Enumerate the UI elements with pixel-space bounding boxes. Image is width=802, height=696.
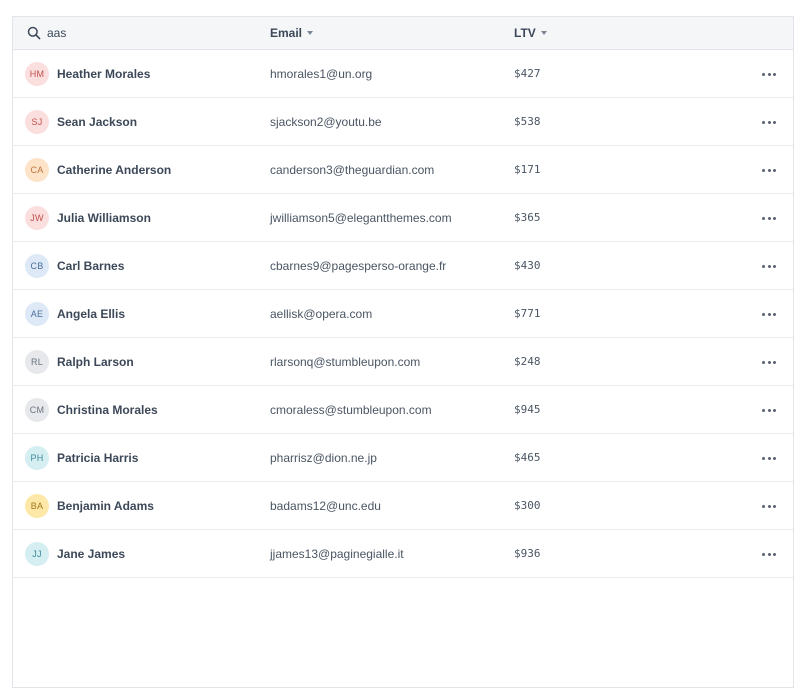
contact-email: cbarnes9@pagesperso-orange.fr [270,259,447,273]
contact-name: Patricia Harris [57,451,139,465]
more-horizontal-icon[interactable] [762,308,776,320]
contact-email: canderson3@theguardian.com [270,163,435,177]
table-row[interactable]: CB Carl Barnes cbarnes9@pagesperso-orang… [13,242,793,290]
more-horizontal-icon[interactable] [762,116,776,128]
contact-ltv: $171 [514,163,541,176]
contact-name: Angela Ellis [57,307,126,321]
contact-email: pharrisz@dion.ne.jp [270,451,377,465]
contact-name: Christina Morales [57,403,158,417]
contact-name: Jane James [57,547,126,561]
avatar: BA [25,494,49,518]
table-row[interactable]: BA Benjamin Adams badams12@unc.edu $300 [13,482,793,530]
table-row[interactable]: PH Patricia Harris pharrisz@dion.ne.jp $… [13,434,793,482]
contact-ltv: $538 [514,115,541,128]
column-header-ltv-label: LTV [514,26,536,40]
caret-down-icon [540,31,547,35]
more-horizontal-icon[interactable] [762,500,776,512]
column-header-email-label: Email [270,26,303,40]
column-header-email[interactable]: Email [270,17,314,49]
avatar: PH [25,446,49,470]
more-horizontal-icon[interactable] [762,404,776,416]
contacts-table: Email LTV HM Heather Morales hmorales1@u… [12,16,794,688]
contact-name: Catherine Anderson [57,163,172,177]
caret-down-icon [307,31,314,35]
avatar: RL [25,350,49,374]
contact-name: Carl Barnes [57,259,125,273]
contact-ltv: $248 [514,355,541,368]
avatar: CM [25,398,49,422]
more-horizontal-icon[interactable] [762,260,776,272]
avatar: CA [25,158,49,182]
contact-ltv: $945 [514,403,541,416]
table-row[interactable]: AE Angela Ellis aellisk@opera.com $771 [13,290,793,338]
contact-ltv: $771 [514,307,541,320]
contact-ltv: $427 [514,67,541,80]
contact-email: hmorales1@un.org [270,67,373,81]
column-header-ltv[interactable]: LTV [514,17,547,49]
contact-ltv: $300 [514,499,541,512]
contact-name: Sean Jackson [57,115,138,129]
contact-ltv: $465 [514,451,541,464]
table-row[interactable]: RL Ralph Larson rlarsonq@stumbleupon.com… [13,338,793,386]
more-horizontal-icon[interactable] [762,164,776,176]
contact-ltv: $936 [514,547,541,560]
contact-ltv: $365 [514,211,541,224]
contact-email: aellisk@opera.com [270,307,373,321]
contact-email: jwilliamson5@elegantthemes.com [270,211,452,225]
table-row[interactable]: SJ Sean Jackson sjackson2@youtu.be $538 [13,98,793,146]
contact-email: rlarsonq@stumbleupon.com [270,355,421,369]
search-input[interactable] [47,26,227,40]
table-row[interactable]: CA Catherine Anderson canderson3@theguar… [13,146,793,194]
avatar: JW [25,206,49,230]
contact-ltv: $430 [514,259,541,272]
more-horizontal-icon[interactable] [762,68,776,80]
contact-name: Julia Williamson [57,211,151,225]
avatar: JJ [25,542,49,566]
avatar: SJ [25,110,49,134]
table-header: Email LTV [13,17,793,50]
more-horizontal-icon[interactable] [762,452,776,464]
table-row[interactable]: CM Christina Morales cmoraless@stumbleup… [13,386,793,434]
contact-email: cmoraless@stumbleupon.com [270,403,432,417]
contact-email: badams12@unc.edu [270,499,381,513]
avatar: AE [25,302,49,326]
search-box[interactable] [27,17,247,49]
table-row[interactable]: JJ Jane James jjames13@paginegialle.it $… [13,530,793,578]
contact-name: Heather Morales [57,67,151,81]
contact-email: sjackson2@youtu.be [270,115,382,129]
more-horizontal-icon[interactable] [762,212,776,224]
contact-name: Ralph Larson [57,355,134,369]
avatar: CB [25,254,49,278]
table-row[interactable]: HM Heather Morales hmorales1@un.org $427 [13,50,793,98]
table-body: HM Heather Morales hmorales1@un.org $427… [13,50,793,578]
table-row[interactable]: JW Julia Williamson jwilliamson5@elegant… [13,194,793,242]
more-horizontal-icon[interactable] [762,548,776,560]
search-icon [27,26,41,40]
avatar: HM [25,62,49,86]
contact-email: jjames13@paginegialle.it [270,547,404,561]
contact-name: Benjamin Adams [57,499,154,513]
more-horizontal-icon[interactable] [762,356,776,368]
